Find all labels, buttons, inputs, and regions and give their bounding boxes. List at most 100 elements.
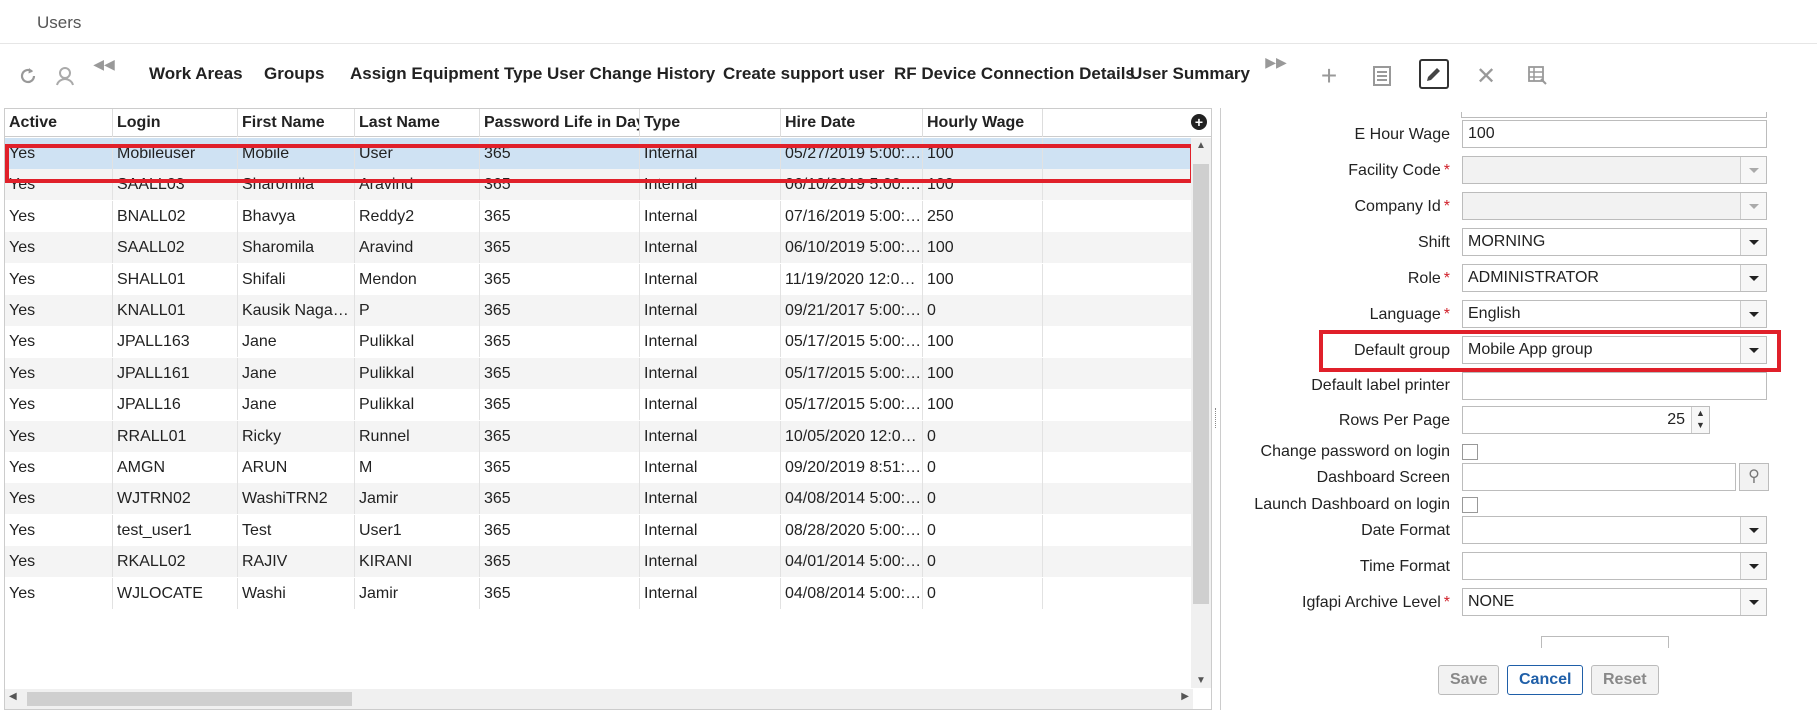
table-row[interactable]: Yes SAALL03 Sharomila Aravind 365 Internal 06/…	[5, 169, 1193, 201]
user-detail-form: E Hour Wage 100 Facility Code * Company I…	[1220, 108, 1817, 710]
shift-select[interactable]: MORNING	[1462, 228, 1767, 256]
edit-icon[interactable]	[1419, 59, 1449, 89]
link-create-support-user[interactable]: Create support user	[723, 64, 885, 84]
chevron-down-icon[interactable]	[1740, 517, 1766, 543]
cell-password-life: 365	[480, 169, 640, 201]
dashboard-screen-input[interactable]	[1462, 463, 1736, 491]
chevron-down-icon[interactable]	[1740, 229, 1766, 255]
table-row[interactable]: Yes test_user1 Test User1 365 Internal 08/28/2…	[5, 514, 1193, 546]
chevron-down-icon[interactable]	[1740, 265, 1766, 291]
launch-dashboard-checkbox[interactable]	[1462, 497, 1478, 513]
scroll-left-arrow-icon[interactable]: ◀	[9, 691, 17, 702]
partial-field	[1541, 636, 1669, 648]
table-row[interactable]: Yes WJLOCATE Washi Jamir 365 Internal 04/08/20…	[5, 577, 1193, 609]
link-user-summary[interactable]: User Summary	[1130, 64, 1250, 84]
column-header-first-name[interactable]: First Name	[238, 109, 355, 137]
link-user-change-history[interactable]: User Change History	[547, 64, 715, 84]
facility-code-select[interactable]	[1462, 156, 1767, 184]
column-header-hire-date[interactable]: Hire Date	[781, 109, 923, 137]
column-header-type[interactable]: Type	[640, 109, 781, 137]
e-hour-wage-input[interactable]: 100	[1462, 120, 1767, 148]
scroll-down-icon[interactable]: ▼	[1191, 675, 1211, 686]
delete-icon[interactable]: ✕	[1472, 62, 1500, 90]
chevron-down-icon[interactable]	[1740, 157, 1766, 183]
pane-splitter[interactable]	[1212, 108, 1220, 710]
cell-hire-date: 05/17/2015 5:00:0...	[781, 389, 923, 421]
change-password-label: Change password on login	[1260, 443, 1450, 460]
table-row[interactable]: Yes RKALL02 RAJIV KIRANI 365 Internal 04/01/20…	[5, 546, 1193, 578]
add-column-icon[interactable]: +	[1191, 114, 1207, 130]
reset-button[interactable]: Reset	[1591, 665, 1659, 695]
cell-first-name: Jane	[238, 389, 355, 421]
chevron-down-icon[interactable]	[1740, 193, 1766, 219]
link-groups[interactable]: Groups	[264, 64, 324, 84]
table-row[interactable]: Yes KNALL01 Kausik Nagara... P 365 Internal 09…	[5, 295, 1193, 326]
cell-active: Yes	[5, 169, 113, 201]
vertical-scroll-thumb[interactable]	[1193, 164, 1209, 604]
link-assign-equipment-type[interactable]: Assign Equipment Type	[350, 64, 542, 84]
chevron-down-icon[interactable]	[1740, 553, 1766, 579]
cell-first-name: Kausik Nagara...	[238, 295, 355, 326]
refresh-icon[interactable]	[14, 62, 42, 90]
table-row[interactable]: Yes SHALL01 Shifali Mendon 365 Internal 11/19/…	[5, 263, 1193, 295]
default-label-printer-input[interactable]	[1462, 372, 1767, 400]
table-row[interactable]: Yes Mobileuser Mobile User 365 Internal 05/27/…	[5, 138, 1193, 169]
cell-type: Internal	[640, 232, 781, 264]
scroll-up-icon[interactable]: ▲	[1191, 140, 1211, 151]
shift-label: Shift	[1417, 234, 1450, 251]
table-row[interactable]: Yes RRALL01 Ricky Runnel 365 Internal 10/05/20…	[5, 420, 1193, 452]
column-header-hourly-wage[interactable]: Hourly Wage	[923, 109, 1043, 137]
table-row[interactable]: Yes BNALL02 Bhavya Reddy2 365 Internal 07/16/2…	[5, 200, 1193, 232]
role-select[interactable]: ADMINISTRATOR	[1462, 264, 1767, 292]
scroll-right-arrow-icon[interactable]: ▶	[1181, 691, 1189, 702]
cell-last-name: User	[355, 138, 480, 169]
column-settings-icon[interactable]	[1524, 62, 1552, 90]
default-group-select[interactable]: Mobile App group	[1462, 336, 1767, 364]
chevron-down-icon[interactable]	[1740, 301, 1766, 327]
column-header-password-life[interactable]: Password Life in Days	[480, 109, 640, 137]
table-row[interactable]: Yes SAALL02 Sharomila Aravind 365 Internal 06/…	[5, 232, 1193, 264]
column-header-last-name[interactable]: Last Name	[355, 109, 480, 137]
dashboard-screen-label: Dashboard Screen	[1316, 469, 1450, 486]
scroll-left-icon[interactable]: ◀◀	[90, 50, 118, 78]
search-icon[interactable]: ⚲	[1739, 463, 1769, 491]
link-work-areas[interactable]: Work Areas	[149, 64, 243, 84]
chevron-down-icon[interactable]	[1740, 589, 1766, 615]
cell-hire-date: 08/28/2020 5:00:0...	[781, 514, 923, 546]
rows-per-page-stepper[interactable]: 25 ▲ ▼	[1462, 406, 1710, 434]
role-label: Role *	[1407, 270, 1450, 287]
cancel-button[interactable]: Cancel	[1507, 665, 1584, 695]
chevron-down-icon[interactable]	[1740, 337, 1766, 363]
table-row[interactable]: Yes WJTRN02 WashiTRN2 Jamir 365 Internal 04/08…	[5, 483, 1193, 515]
cell-first-name: RAJIV	[238, 546, 355, 578]
cell-password-life: 365	[480, 232, 640, 264]
company-id-select[interactable]	[1462, 192, 1767, 220]
language-label: Language *	[1369, 306, 1450, 323]
table-row[interactable]: Yes JPALL161 Jane Pulikkal 365 Internal 05/17/…	[5, 357, 1193, 389]
archive-level-select[interactable]: NONE	[1462, 588, 1767, 616]
vertical-scrollbar[interactable]: ▲ ▼	[1191, 138, 1211, 688]
change-password-checkbox[interactable]	[1462, 444, 1478, 460]
table-row[interactable]: Yes JPALL163 Jane Pulikkal 365 Internal 05/17/…	[5, 326, 1193, 358]
table-row[interactable]: Yes AMGN ARUN M 365 Internal 09/20/2019 8:51:4…	[5, 452, 1193, 483]
horizontal-scrollbar[interactable]: ◀ ▶	[5, 689, 1193, 709]
add-icon[interactable]: +	[1315, 60, 1343, 91]
column-header-active[interactable]: Active	[5, 109, 113, 137]
horizontal-scroll-thumb[interactable]	[27, 692, 352, 706]
language-select[interactable]: English	[1462, 300, 1767, 328]
date-format-select[interactable]	[1462, 516, 1767, 544]
cell-password-life: 365	[480, 357, 640, 389]
stepper-arrows-icon[interactable]: ▲ ▼	[1691, 407, 1709, 433]
scroll-right-icon[interactable]: ▶▶	[1262, 48, 1290, 76]
user-search-icon[interactable]	[51, 62, 79, 90]
cell-last-name: Mendon	[355, 263, 480, 295]
column-header-login[interactable]: Login	[113, 109, 238, 137]
save-button[interactable]: Save	[1438, 665, 1500, 695]
link-rf-device-connection-details[interactable]: RF Device Connection Details	[894, 64, 1135, 84]
cell-hourly-wage: 0	[923, 546, 1043, 578]
cell-login: SHALL01	[113, 263, 238, 295]
time-format-select[interactable]	[1462, 552, 1767, 580]
details-icon[interactable]	[1368, 62, 1396, 90]
table-row[interactable]: Yes JPALL16 Jane Pulikkal 365 Internal 05/17/2…	[5, 389, 1193, 421]
cell-first-name: Washi	[238, 577, 355, 609]
